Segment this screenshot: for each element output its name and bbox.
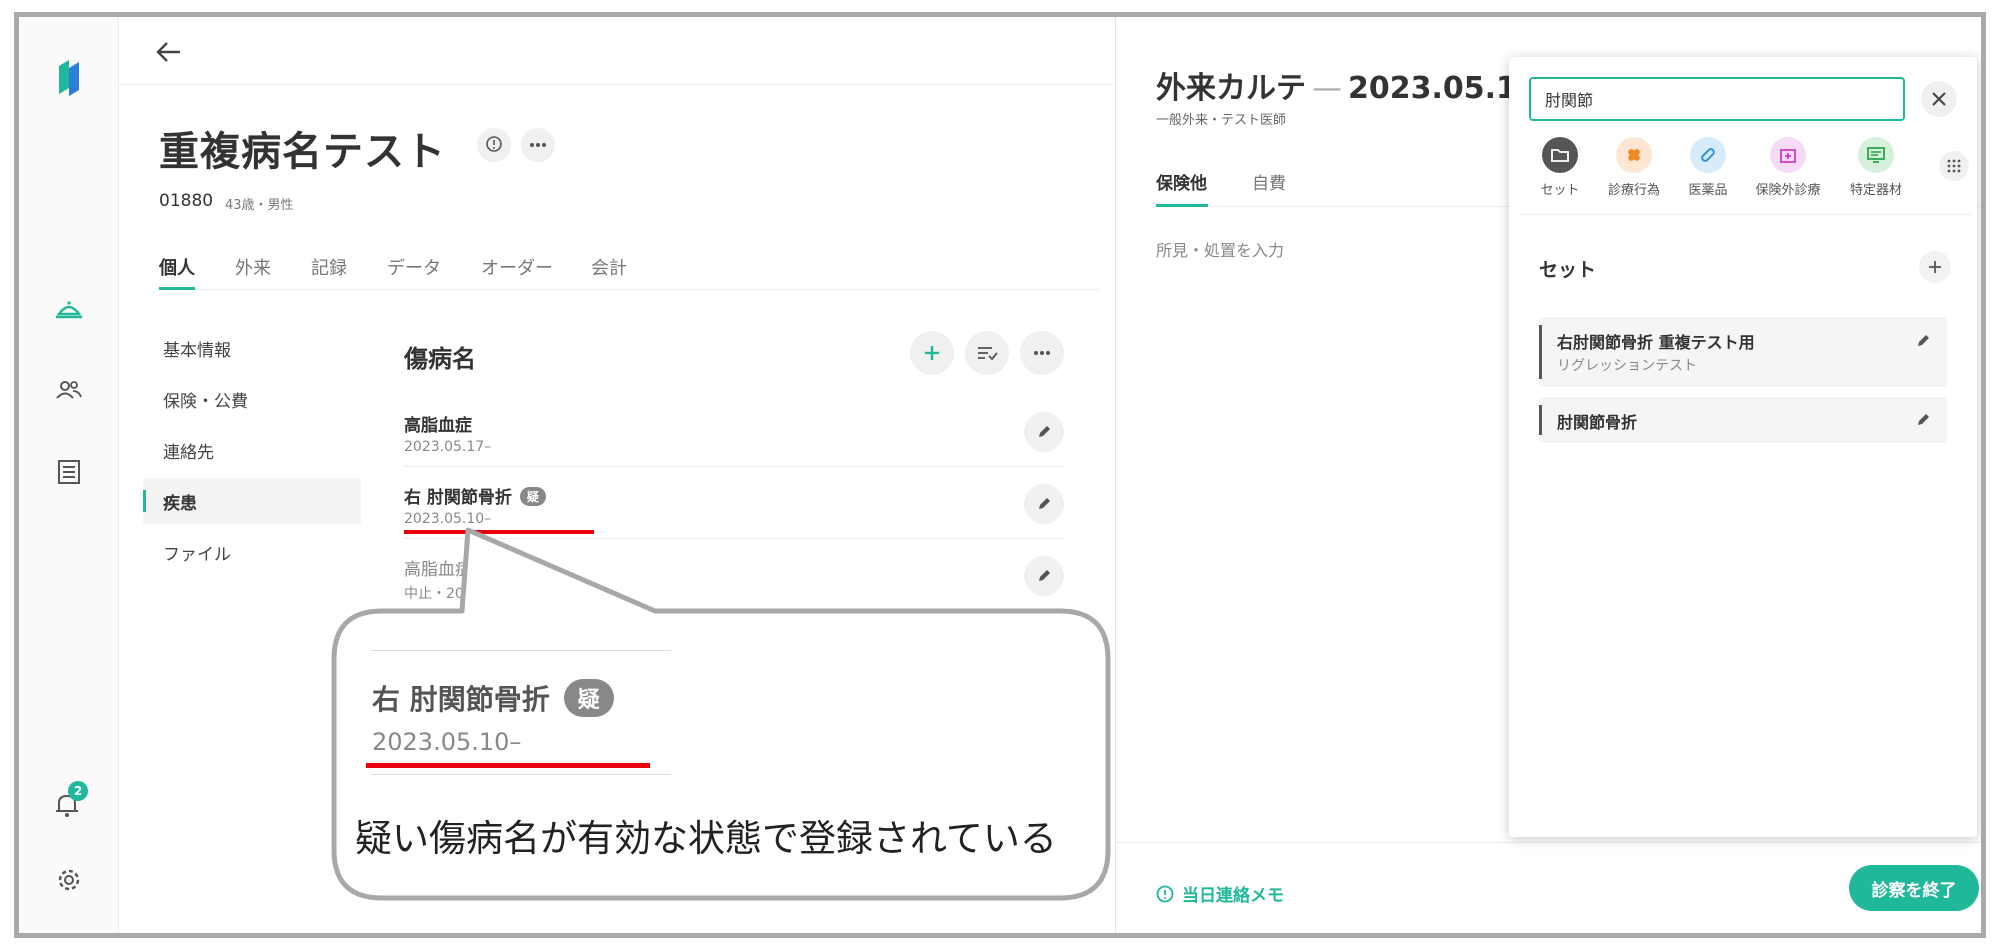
subnav-files[interactable]: ファイル — [143, 529, 361, 575]
edit-pencil-icon[interactable] — [1911, 329, 1935, 353]
disease-more-icon[interactable] — [1020, 331, 1064, 375]
edit-pencil-icon[interactable] — [1024, 484, 1064, 524]
tab-insurance-other[interactable]: 保険他 — [1156, 169, 1207, 194]
notification-count-badge: 2 — [68, 781, 88, 801]
daily-memo-link[interactable]: 当日連絡メモ — [1156, 881, 1284, 906]
set-item[interactable]: 肘関節骨折 — [1539, 397, 1947, 443]
category-label: 特定器材 — [1849, 183, 1902, 198]
device-icon — [1858, 137, 1894, 173]
disease-row[interactable]: 高脂血症 中止・2023.05.17 — [404, 539, 1064, 611]
end-consultation-button[interactable]: 診察を終了 — [1849, 865, 1979, 911]
disease-row[interactable]: 右 肘関節骨折疑 2023.05.10– — [404, 467, 1064, 539]
daily-memo-label: 当日連絡メモ — [1182, 886, 1284, 906]
category-procedure[interactable]: 診療行為 — [1595, 137, 1673, 198]
patient-age-sex: 43歳・男性 — [225, 198, 294, 213]
settings-gear-icon[interactable] — [19, 855, 119, 905]
subnav-contact[interactable]: 連絡先 — [143, 427, 361, 473]
outpatient-icon[interactable] — [19, 285, 119, 335]
karte-footer: 当日連絡メモ 診察を終了 — [1116, 842, 1981, 932]
suspected-badge: 疑 — [519, 487, 546, 506]
disease-section-title: 傷病名 — [404, 345, 476, 373]
set-item[interactable]: 右肘関節骨折 重複テスト用 リグレッションテスト — [1539, 317, 1947, 387]
karte-active-tab-indicator — [1156, 204, 1208, 207]
tab-outpatient[interactable]: 外来 — [235, 254, 271, 280]
disease-date: 2023.05.17– — [404, 439, 492, 455]
disease-date: 中止・2023.05.17 — [404, 586, 527, 602]
tab-billing[interactable]: 会計 — [591, 254, 627, 280]
pill-icon — [1690, 137, 1726, 173]
folder-icon — [1542, 137, 1578, 173]
findings-input-placeholder[interactable]: 所見・処置を入力 — [1156, 237, 1284, 261]
patient-tabs: 個人 外来 記録 データ オーダー 会計 — [159, 242, 1099, 290]
category-set[interactable]: セット — [1521, 137, 1599, 198]
sub-navigation: 基本情報 保険・公費 連絡先 疾患 ファイル — [143, 325, 361, 580]
karte-subtitle: 一般外来・テスト医師 — [1156, 113, 1287, 128]
disease-name: 高脂血症 — [404, 560, 472, 580]
patient-name: 重複病名テスト — [159, 129, 446, 175]
top-bar — [119, 17, 1114, 85]
search-popover: セット 診療行為 医薬品 保険外診療 — [1509, 57, 1977, 837]
set-item-name: 肘関節骨折 — [1557, 413, 1638, 432]
karte-title-text: 外来カルテ — [1156, 71, 1306, 106]
karte-title: 外来カルテ —2023.05.1 — [1156, 71, 1517, 106]
set-item-name: 右肘関節骨折 重複テスト用 — [1557, 333, 1755, 352]
close-icon[interactable] — [1921, 81, 1957, 117]
tab-data[interactable]: データ — [387, 254, 441, 280]
category-special-material[interactable]: 特定器材 — [1837, 137, 1915, 198]
subnav-diseases[interactable]: 疾患 — [143, 478, 361, 524]
category-non-insured[interactable]: 保険外診療 — [1749, 137, 1827, 198]
memo-alert-icon — [1156, 885, 1174, 902]
sort-list-icon[interactable] — [965, 331, 1009, 375]
patients-icon[interactable] — [19, 365, 119, 415]
disease-date: 2023.05.10– — [404, 511, 492, 527]
icon-rail: 2 — [19, 17, 119, 933]
active-tab-indicator — [159, 287, 195, 290]
add-disease-button[interactable] — [910, 331, 954, 375]
search-input[interactable] — [1529, 77, 1905, 121]
medkit-icon — [1770, 137, 1806, 173]
back-arrow-icon[interactable] — [149, 35, 189, 69]
disease-name: 右 肘関節骨折疑 — [404, 483, 546, 508]
grid-menu-icon[interactable] — [1939, 151, 1969, 181]
tab-orders[interactable]: オーダー — [481, 254, 553, 280]
app-logo-icon[interactable] — [19, 53, 119, 103]
records-list-icon[interactable] — [19, 447, 119, 497]
subnav-insurance[interactable]: 保険・公費 — [143, 376, 361, 422]
set-section-title: セット — [1539, 259, 1597, 281]
edit-pencil-icon[interactable] — [1024, 412, 1064, 452]
patient-id: 01880 — [159, 191, 214, 211]
add-set-button[interactable] — [1919, 251, 1951, 283]
category-label: セット — [1540, 183, 1580, 198]
app-frame: 2 重複病名テスト 01880 43歳・男性 個人 外来 記録 データ オーダー… — [14, 12, 1986, 938]
bandage-icon — [1616, 137, 1652, 173]
disease-name: 高脂血症 — [404, 416, 472, 436]
patient-panel: 重複病名テスト 01880 43歳・男性 個人 外来 記録 データ オーダー 会… — [119, 17, 1114, 933]
notification-bell-icon[interactable]: 2 — [19, 779, 119, 829]
karte-date: 2023.05.1 — [1348, 71, 1517, 106]
memo-bubble-icon[interactable] — [477, 128, 511, 162]
search-categories: セット 診療行為 医薬品 保険外診療 特定器材 — [1521, 137, 1971, 215]
category-medicine[interactable]: 医薬品 — [1669, 137, 1747, 198]
subnav-basic-info[interactable]: 基本情報 — [143, 325, 361, 371]
tab-personal[interactable]: 個人 — [159, 254, 195, 280]
more-options-icon[interactable] — [521, 128, 555, 162]
edit-pencil-icon[interactable] — [1024, 556, 1064, 596]
disease-name-text: 右 肘関節骨折 — [404, 488, 512, 508]
edit-pencil-icon[interactable] — [1911, 408, 1935, 432]
tab-self-pay[interactable]: 自費 — [1252, 169, 1286, 194]
annotation-red-underline — [404, 530, 594, 534]
category-label: 医薬品 — [1688, 183, 1728, 198]
category-label: 保険外診療 — [1755, 183, 1821, 198]
tab-records[interactable]: 記録 — [311, 254, 347, 280]
category-label: 診療行為 — [1607, 183, 1660, 198]
set-item-subtitle: リグレッションテスト — [1557, 358, 1697, 374]
disease-row[interactable]: 高脂血症 2023.05.17– — [404, 395, 1064, 467]
